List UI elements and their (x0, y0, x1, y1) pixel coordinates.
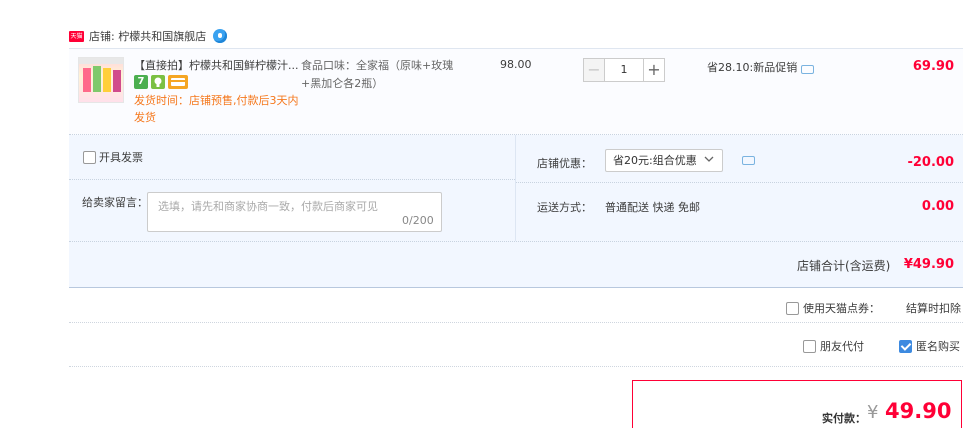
message-placeholder: 选填，请先和商家协商一致，付款后商家可见 (158, 200, 378, 213)
divider (516, 182, 963, 183)
anonymous-checkbox[interactable] (899, 339, 912, 353)
product-title[interactable]: 【直接拍】柠檬共和国鲜柠檬汁... (134, 57, 299, 73)
final-payment-value: 49.90 (885, 399, 952, 423)
service-badges: 7 (134, 75, 188, 89)
final-currency: ¥ (867, 402, 879, 423)
invoice-option[interactable]: 开具发票 (83, 149, 143, 165)
seven-day-return-icon: 7 (134, 75, 148, 89)
promo-text: 省28.10:新品促销 (707, 61, 798, 74)
quantity-input[interactable]: 1 (604, 58, 644, 82)
points-label: 使用天猫点券： (803, 302, 880, 315)
comment-icon[interactable] (801, 64, 815, 74)
ship-time-note: 发货时间：店铺预售,付款后3天内发货 (134, 94, 299, 124)
card-icon (168, 75, 188, 89)
tmall-icon: 天猫 (69, 30, 84, 42)
points-value: 结算时扣除 (906, 302, 961, 315)
bulb-icon (151, 75, 165, 89)
anonymous-label: 匿名购买 (916, 340, 960, 353)
friend-pay-option[interactable]: 朋友代付 (803, 338, 864, 354)
anonymous-option[interactable]: 匿名购买 (899, 338, 960, 354)
invoice-checkbox[interactable] (83, 150, 96, 164)
quantity-stepper: − 1 + (583, 58, 665, 82)
shipping-method: 普通配送 快递 免邮 (605, 201, 700, 214)
divider (515, 135, 516, 241)
item-subtotal: 69.90 (912, 59, 954, 74)
shop-total-value: ¥49.90 (903, 257, 954, 272)
chevron-down-icon (704, 154, 714, 164)
message-char-count: 0/200 (402, 214, 434, 227)
final-payment-label: 实付款： (822, 412, 866, 425)
shop-total-label: 店铺合计(含运费) (797, 259, 891, 273)
shop-header: 天猫 店铺: 柠檬共和国旗舰店 (69, 26, 228, 46)
chat-icon[interactable] (213, 29, 228, 43)
points-checkbox[interactable] (786, 301, 799, 315)
increase-button[interactable]: + (643, 58, 665, 82)
decrease-button[interactable]: − (583, 58, 605, 82)
shipping-value: 0.00 (921, 199, 954, 214)
shipping-label: 运送方式： (537, 201, 592, 214)
shop-discount-value: -20.00 (907, 155, 954, 170)
unit-price: 98.00 (500, 58, 532, 71)
invoice-label: 开具发票 (99, 151, 143, 164)
points-option[interactable]: 使用天猫点券： (786, 300, 880, 316)
product-thumbnail[interactable] (78, 57, 124, 103)
friend-pay-checkbox[interactable] (803, 339, 816, 353)
comment-icon[interactable] (742, 156, 755, 165)
product-sku: 食品口味：全家福（原味+玫瑰+黑加仑各2瓶） (301, 59, 454, 90)
friend-pay-label: 朋友代付 (820, 340, 864, 353)
shop-name[interactable]: 店铺: 柠檬共和国旗舰店 (89, 28, 206, 44)
message-label: 给卖家留言： (82, 196, 148, 209)
divider (69, 179, 515, 180)
promo-info: 省28.10:新品促销 (707, 59, 815, 75)
shop-discount-label: 店铺优惠： (537, 157, 592, 170)
